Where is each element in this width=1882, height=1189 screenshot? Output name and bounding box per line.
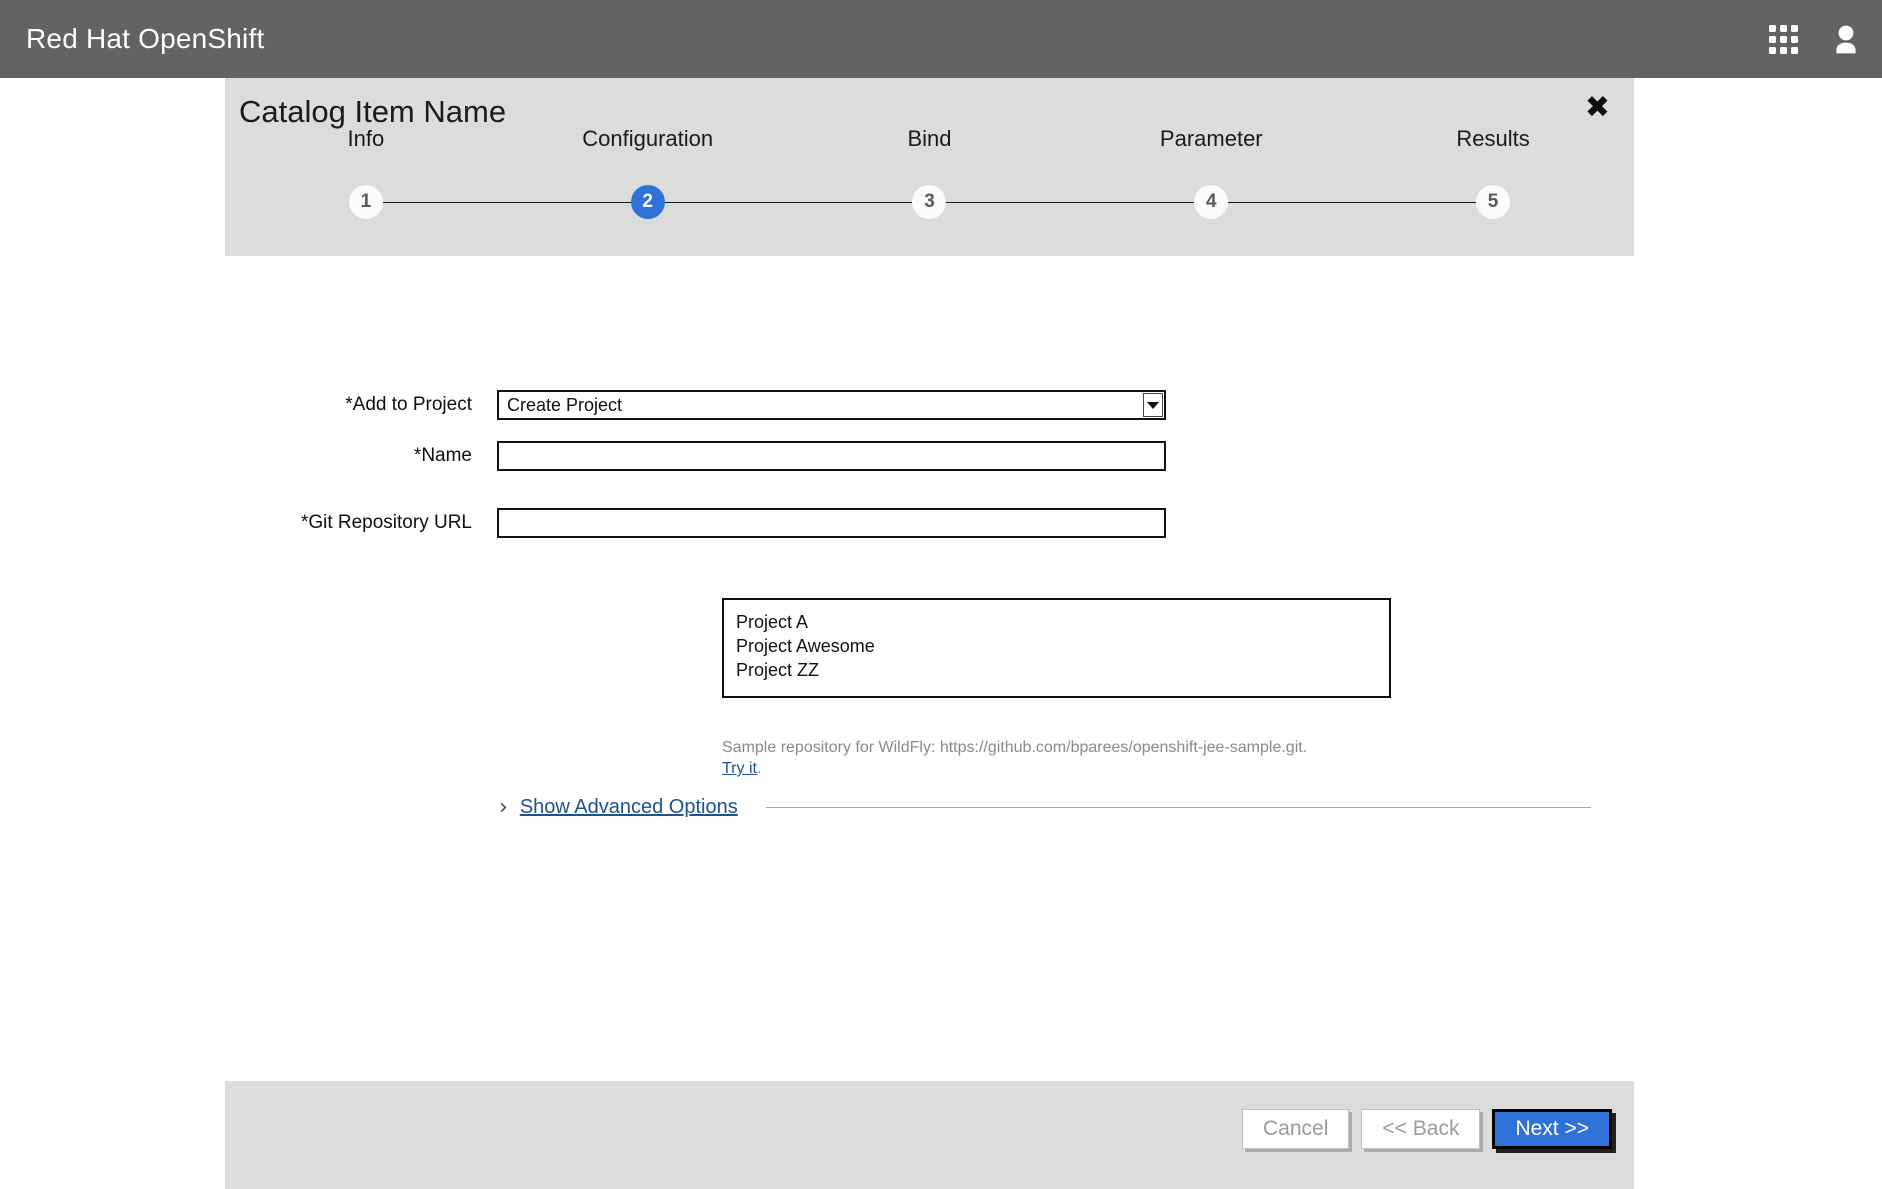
wizard-step-track: 1 2 3 4 5	[225, 185, 1634, 219]
field-git-repository-url: *Git Repository URL	[251, 508, 1166, 538]
git-repository-url-help: Sample repository for WildFly: https://g…	[722, 737, 1482, 779]
page-title: Catalog Item Name	[239, 94, 507, 129]
field-name: *Name	[251, 441, 1166, 471]
step-circle-4[interactable]: 4	[1194, 185, 1229, 219]
add-to-project-selected-value: Create Project	[507, 394, 623, 415]
step-circle-1[interactable]: 1	[348, 185, 383, 219]
brand-title: Red Hat OpenShift	[26, 23, 265, 54]
step-circle-3[interactable]: 3	[912, 185, 947, 219]
show-advanced-options-link[interactable]: Show Advanced Options	[520, 796, 738, 819]
advanced-divider	[765, 807, 1591, 808]
step-connector-1	[365, 202, 648, 203]
wizard-footer-buttons: Cancel << Back Next >>	[1242, 1109, 1612, 1149]
grid-icon[interactable]	[1769, 24, 1798, 54]
git-help-sample-text: Sample repository for WildFly: https://g…	[722, 739, 1308, 756]
cancel-button[interactable]: Cancel	[1242, 1109, 1350, 1149]
step-connector-2	[647, 202, 930, 203]
name-input[interactable]	[497, 441, 1166, 471]
step-label-bind: Bind	[907, 126, 952, 151]
git-repository-url-input[interactable]	[497, 508, 1166, 538]
masthead-actions	[1769, 0, 1860, 78]
label-name: *Name	[413, 445, 472, 466]
step-connector-4	[1211, 202, 1494, 203]
field-add-to-project: *Add to Project Create Project	[251, 390, 1166, 420]
user-avatar-icon-glyph	[1836, 25, 1856, 54]
advanced-options-row: › Show Advanced Options	[499, 796, 1609, 819]
back-button[interactable]: << Back	[1361, 1109, 1481, 1149]
list-item[interactable]: Project ZZ	[724, 658, 1389, 682]
try-it-link[interactable]: Try it	[722, 760, 757, 777]
wizard-step-labels: Info Configuration Bind Parameter Result…	[225, 126, 1634, 152]
masthead: Red Hat OpenShift	[0, 0, 1882, 78]
step-node-1: 1	[225, 185, 648, 219]
step-label-info: Info	[347, 126, 385, 151]
wizard-footer: Cancel << Back Next >>	[225, 1081, 1634, 1189]
grid-icon-glyph	[1769, 24, 1798, 54]
step-connector-3	[929, 202, 1212, 203]
step-label-parameter: Parameter	[1159, 126, 1263, 151]
step-circle-2[interactable]: 2	[630, 185, 665, 219]
add-to-project-select[interactable]: Create Project	[497, 390, 1166, 420]
step-circle-5[interactable]: 5	[1476, 185, 1511, 219]
try-it-link-suffix: .	[756, 760, 762, 777]
next-button[interactable]: Next >>	[1492, 1109, 1612, 1149]
label-git-repository-url: *Git Repository URL	[300, 512, 472, 533]
wizard-header: Catalog Item Name ✖ Info Configuration B…	[225, 78, 1634, 256]
wizard-panel: Catalog Item Name ✖ Info Configuration B…	[225, 78, 1634, 1189]
user-avatar-icon[interactable]	[1832, 24, 1860, 54]
add-to-project-listbox[interactable]: Project A Project Awesome Project ZZ	[722, 598, 1391, 698]
chevron-right-icon[interactable]: ›	[499, 796, 508, 819]
chevron-down-icon-glyph	[1147, 401, 1159, 409]
close-icon[interactable]: ✖	[1585, 93, 1610, 123]
list-item[interactable]: Project Awesome	[724, 634, 1389, 658]
wizard-body: *Add to Project Create Project *Name *Gi…	[225, 256, 1634, 1081]
list-item[interactable]: Project A	[724, 610, 1389, 634]
step-label-configuration: Configuration	[582, 126, 714, 151]
wizard-steps: Info Configuration Bind Parameter Result…	[225, 126, 1634, 256]
label-add-to-project: *Add to Project	[345, 394, 472, 415]
step-label-results: Results	[1456, 126, 1530, 151]
chevron-down-icon[interactable]	[1143, 393, 1163, 417]
